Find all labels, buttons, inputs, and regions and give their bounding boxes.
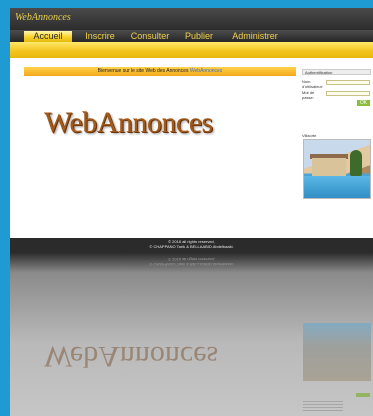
welcome-text: Bienvenue sur le site Web des Annonces (97, 68, 189, 74)
reflected-logo: WebAnnonces (44, 340, 219, 373)
browser-frame: WebAnnonces Accueil Inscrire Consulter P… (10, 8, 373, 416)
villa-house (312, 158, 346, 176)
password-label: Mot de passe: (302, 90, 315, 100)
top-bar: WebAnnonces (10, 8, 373, 30)
auth-title: Authentification (302, 69, 371, 75)
page-reflection: © CHAPPANO Tarik & BELLAABID Abdelbaaki.… (10, 253, 373, 416)
nav-consulter[interactable]: Consulter (128, 31, 172, 42)
welcome-banner: Bienvenue sur le site Web des Annonces W… (24, 67, 296, 76)
nav-accueil[interactable]: Accueil (24, 31, 72, 42)
main-navigation: Accueil Inscrire Consulter Publier Admin… (10, 30, 373, 42)
reflected-ok-button (356, 393, 370, 397)
header-band (10, 42, 373, 58)
site-brand[interactable]: WebAnnonces (15, 12, 71, 23)
password-input[interactable] (326, 91, 370, 96)
villa-tree (350, 150, 362, 176)
featured-villa-image[interactable] (303, 139, 371, 199)
main-content: Bienvenue sur le site Web des Annonces W… (10, 58, 373, 238)
reflected-footer-authors: © CHAPPANO Tarik & BELLAABID Abdelbaaki. (149, 262, 234, 267)
villa-pool (304, 176, 370, 198)
ok-button[interactable]: OK (357, 100, 370, 106)
webannonces-logo: WebAnnonces (44, 106, 213, 139)
featured-title: Villaorte (302, 133, 317, 138)
username-label: Nom d'utilisateur: (302, 79, 324, 89)
reflected-footer: © CHAPPANO Tarik & BELLAABID Abdelbaaki.… (10, 253, 373, 267)
nav-publier[interactable]: Publier (180, 31, 218, 42)
reflected-villa-image (303, 323, 371, 381)
footer-authors: © CHAPPANO Tarik & BELLAABID Abdelbaaki. (149, 244, 234, 249)
nav-administrer[interactable]: Administrer (226, 31, 284, 42)
auth-panel: Authentification Nom d'utilisateur: Mot … (302, 69, 371, 107)
nav-inscrire[interactable]: Inscrire (80, 31, 120, 42)
username-input[interactable] (326, 80, 370, 85)
page-footer: © 2016 all rights reserved, © CHAPPANO T… (10, 238, 373, 253)
welcome-link[interactable]: WebAnnonces (190, 68, 222, 74)
reflected-footer-copyright: © 2016 all rights reserved, (168, 257, 215, 262)
reflected-auth-lines (303, 401, 343, 413)
